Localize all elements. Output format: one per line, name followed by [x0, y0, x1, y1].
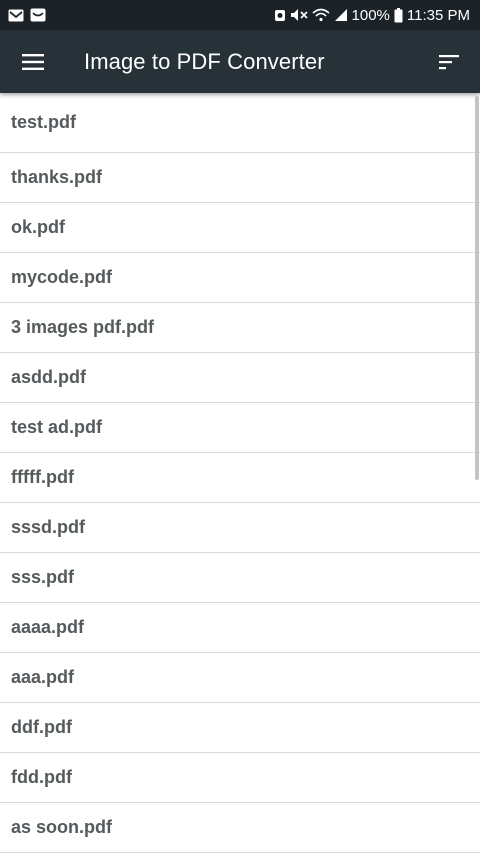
file-name: ok.pdf: [11, 217, 65, 237]
status-bar: 100% 11:35 PM: [0, 0, 480, 30]
page-title: Image to PDF Converter: [84, 48, 325, 74]
file-name: fdd.pdf: [11, 767, 72, 787]
file-name: test.pdf: [11, 112, 76, 132]
message-notification-icon: [30, 8, 46, 22]
gmail-notification-icon: [8, 9, 24, 22]
list-item[interactable]: sssd.pdf: [0, 503, 480, 553]
list-item[interactable]: ok.pdf: [0, 203, 480, 253]
pdf-file-list[interactable]: test.pdf thanks.pdf ok.pdf mycode.pdf 3 …: [0, 93, 480, 854]
list-item[interactable]: aaa.pdf: [0, 653, 480, 703]
navigation-menu-button[interactable]: [16, 45, 50, 79]
list-item[interactable]: 3 images pdf.pdf: [0, 303, 480, 353]
hamburger-menu-icon: [22, 53, 44, 70]
file-name: aaa.pdf: [11, 667, 75, 687]
list-item[interactable]: asdd.pdf: [0, 353, 480, 403]
list-scrollbar[interactable]: [475, 96, 479, 480]
file-name: asdd.pdf: [11, 367, 86, 387]
list-item[interactable]: thanks.pdf: [0, 153, 480, 203]
battery-icon: [394, 7, 403, 23]
app-bar: Image to PDF Converter: [0, 30, 480, 93]
file-name: fffff.pdf: [11, 467, 74, 487]
list-item[interactable]: as soon.pdf: [0, 803, 480, 853]
mute-icon: [290, 8, 308, 22]
list-item[interactable]: aaaa.pdf: [0, 603, 480, 653]
file-name: sss.pdf: [11, 567, 75, 587]
signal-icon: [334, 8, 348, 22]
file-name: mycode.pdf: [11, 267, 113, 287]
list-item[interactable]: sss.pdf: [0, 553, 480, 603]
list-item[interactable]: fffff.pdf: [0, 453, 480, 503]
file-name: aaaa.pdf: [11, 617, 85, 637]
file-name: 3 images pdf.pdf: [11, 317, 155, 337]
battery-percent: 100%: [351, 6, 390, 24]
file-name: as soon.pdf: [11, 817, 113, 837]
list-item[interactable]: ddf.pdf: [0, 703, 480, 753]
list-item[interactable]: fdd.pdf: [0, 753, 480, 803]
alarm-icon: [274, 8, 286, 22]
file-name: ddf.pdf: [11, 717, 72, 737]
file-name: sssd.pdf: [11, 517, 86, 537]
sort-icon: [439, 54, 459, 69]
sort-button[interactable]: [432, 45, 466, 79]
file-name: test ad.pdf: [11, 417, 103, 437]
list-item[interactable]: mycode.pdf: [0, 253, 480, 303]
list-item[interactable]: test ad.pdf: [0, 403, 480, 453]
status-time: 11:35 PM: [406, 6, 470, 24]
file-name: thanks.pdf: [11, 167, 103, 187]
list-item[interactable]: test.pdf: [0, 93, 480, 153]
wifi-icon: [312, 8, 330, 22]
